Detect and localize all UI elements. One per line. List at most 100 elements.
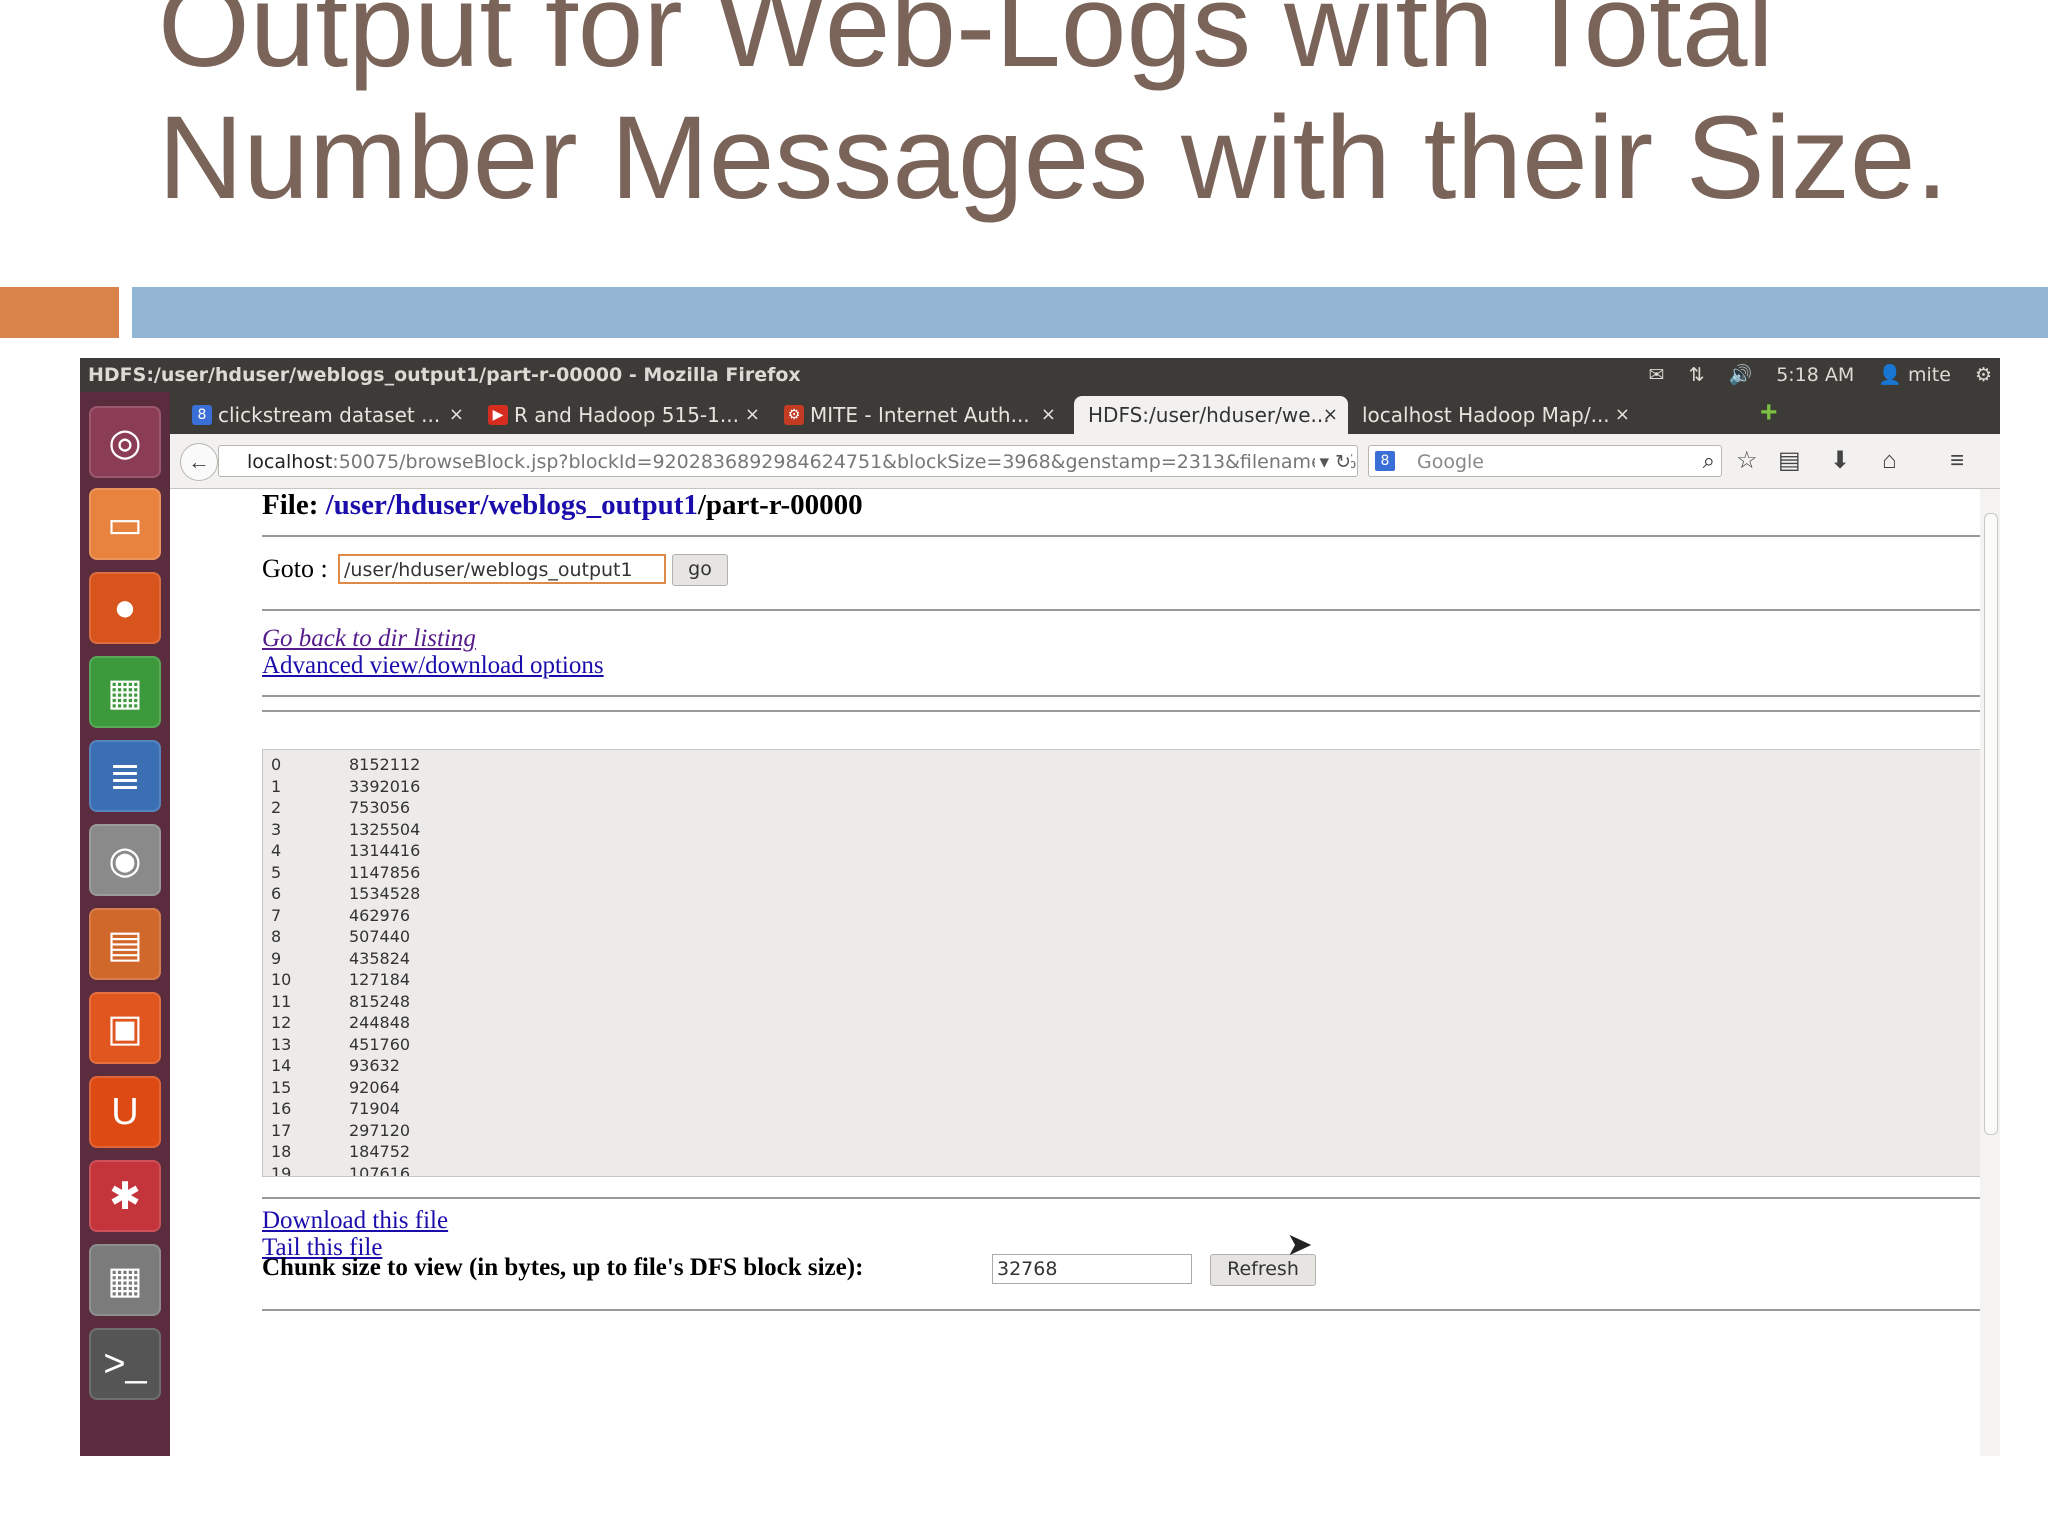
row-value: 462976 <box>349 905 411 925</box>
file-row: 1 3392016 <box>271 776 420 798</box>
file-row: 5 1147856 <box>271 862 420 884</box>
page-content: File: /user/hduser/weblogs_output1/part-… <box>170 489 2000 1456</box>
page-scrollbar[interactable] <box>1980 489 2000 1456</box>
row-key: 13 <box>271 1034 292 1054</box>
row-value: 107616 <box>349 1163 411 1177</box>
reload-icon[interactable]: ↻ <box>1335 451 1351 473</box>
files-icon[interactable]: ▭ <box>89 488 161 560</box>
row-key: 5 <box>271 862 282 882</box>
tab-hdfs[interactable]: HDFS:/user/hduser/we... × <box>1074 396 1348 434</box>
tab-mite[interactable]: ⚙ MITE - Internet Auth... × <box>776 396 1066 434</box>
page-scroll-thumb[interactable] <box>1984 513 1998 1135</box>
tab-clickstream[interactable]: 8 clickstream dataset ... × <box>184 396 474 434</box>
network-icon[interactable]: ⇅ <box>1689 358 1705 392</box>
gear-icon: ⚙ <box>784 405 804 425</box>
mail-icon[interactable]: ✉ <box>1649 358 1665 392</box>
close-tab-icon[interactable]: × <box>1615 396 1630 434</box>
row-value: 1534528 <box>349 884 421 903</box>
volume-icon[interactable]: 🔊 <box>1729 358 1753 392</box>
file-content-textarea[interactable]: 0 8152112 1 3392016 2 753056 3 1325504 4 1314416 5… <box>262 749 2000 1177</box>
goto-label: Goto : <box>262 554 328 583</box>
writer-icon[interactable]: ≣ <box>89 740 161 812</box>
dropdown-icon[interactable]: ▾ <box>1319 451 1329 473</box>
bookmarks-list-icon[interactable]: ▤ <box>1778 446 1801 476</box>
tab-label: HDFS:/user/hduser/we... <box>1088 403 1330 427</box>
back-arrow-icon[interactable]: ← <box>180 443 218 481</box>
tab-label: clickstream dataset ... <box>218 403 441 427</box>
slide-title-line-2: Number Messages with their Size. <box>158 92 1949 224</box>
close-tab-icon[interactable]: × <box>449 396 464 434</box>
software-center-icon[interactable]: ▣ <box>89 992 161 1064</box>
google-search-icon[interactable]: 8 <box>1375 451 1395 471</box>
url-host: localhost <box>247 451 333 473</box>
chunk-size-label: Chunk size to view (in bytes, up to file… <box>262 1254 864 1281</box>
mouse-cursor-icon: ➤ <box>1286 1226 1313 1262</box>
chunk-size-input[interactable]: 32768 <box>992 1254 1192 1284</box>
row-value: 3392016 <box>349 776 421 796</box>
settings-icon[interactable]: ⚙ <box>1975 358 1992 392</box>
file-row: 13 451760 <box>271 1034 410 1056</box>
home-icon[interactable]: ⌂ <box>1882 446 1897 476</box>
presentation-icon[interactable]: ▤ <box>89 908 161 980</box>
download-icon[interactable]: ⬇ <box>1830 446 1850 476</box>
new-tab-icon[interactable]: + <box>1760 398 1778 428</box>
firefox-icon[interactable]: ● <box>89 572 161 644</box>
row-key: 19 <box>271 1163 292 1177</box>
search-bar[interactable]: 8 Google ⌕ <box>1368 445 1722 477</box>
download-file-link[interactable]: Download this file <box>262 1207 448 1235</box>
row-value: 1314416 <box>349 841 421 860</box>
unity-launcher: ◎ ▭ ● ▦ ≣ ◉ ▤ ▣ U ✱ ▦ >_ <box>80 392 170 1456</box>
back-to-dir-link[interactable]: Go back to dir listing <box>262 625 476 653</box>
row-key: 9 <box>271 948 282 968</box>
advanced-options-link[interactable]: Advanced view/download options <box>262 652 604 680</box>
row-value: 1325504 <box>349 819 421 839</box>
row-key: 1 <box>271 776 282 796</box>
row-value: 8152112 <box>349 755 421 774</box>
go-button[interactable]: go <box>672 554 728 586</box>
system-settings-icon[interactable]: ✱ <box>89 1160 161 1232</box>
search-icon[interactable]: ⌕ <box>1703 446 1715 478</box>
window-title: HDFS:/user/hduser/weblogs_output1/part-r… <box>88 364 801 386</box>
calculator-icon[interactable]: ▦ <box>89 1244 161 1316</box>
file-row: 7 462976 <box>271 905 410 927</box>
row-key: 18 <box>271 1142 292 1161</box>
path-link-weblogs-output1[interactable]: /weblogs_output1 <box>480 489 698 521</box>
menu-icon[interactable]: ≡ <box>1950 446 1964 476</box>
tab-bar: 8 clickstream dataset ... × ▶ R and Hado… <box>170 392 2000 434</box>
path-link-user[interactable]: /user <box>326 489 387 521</box>
file-row: 16 71904 <box>271 1098 400 1120</box>
window-titlebar: HDFS:/user/hduser/weblogs_output1/part-r… <box>80 358 2000 392</box>
file-row: 4 1314416 <box>271 840 420 862</box>
url-path: :50075/browseBlock.jsp?blockId=920283689… <box>332 451 1358 473</box>
tab-label: R and Hadoop 515-1... <box>514 403 739 427</box>
path-link-hduser[interactable]: /hduser <box>387 489 480 521</box>
terminal-icon[interactable]: >_ <box>89 1328 161 1400</box>
bookmark-star-icon[interactable]: ☆ <box>1736 446 1758 476</box>
clock[interactable]: 5:18 AM <box>1776 358 1854 392</box>
close-tab-icon[interactable]: × <box>1041 396 1056 434</box>
user-menu[interactable]: 👤 mite <box>1878 358 1951 392</box>
close-tab-icon[interactable]: × <box>1323 396 1338 434</box>
accent-bar-blue <box>132 287 2048 338</box>
file-row: 12 244848 <box>271 1012 410 1034</box>
file-heading: File: /user/hduser/weblogs_output1/part-… <box>262 483 863 527</box>
row-key: 15 <box>271 1077 292 1097</box>
row-value: 753056 <box>349 798 411 817</box>
url-bar[interactable]: localhost:50075/browseBlock.jsp?blockId=… <box>218 445 1358 477</box>
ubuntu-dash-icon[interactable]: ◎ <box>89 406 161 478</box>
camera-icon[interactable]: ◉ <box>89 824 161 896</box>
goto-input[interactable]: /user/hduser/weblogs_output1 <box>338 554 666 584</box>
close-tab-icon[interactable]: × <box>745 396 760 434</box>
spreadsheet-icon[interactable]: ▦ <box>89 656 161 728</box>
divider <box>262 1309 2000 1311</box>
tab-label: localhost Hadoop Map/... <box>1362 403 1610 427</box>
tab-hadoop-map[interactable]: localhost Hadoop Map/... × <box>1350 396 1640 434</box>
row-key: 7 <box>271 905 282 925</box>
row-key: 4 <box>271 841 282 860</box>
ubuntu-one-icon[interactable]: U <box>89 1076 161 1148</box>
tab-label: MITE - Internet Auth... <box>810 403 1030 427</box>
file-name: /part-r-00000 <box>697 489 863 521</box>
file-row: 9 435824 <box>271 948 410 970</box>
user-icon: 👤 <box>1878 364 1902 386</box>
tab-r-and-hadoop[interactable]: ▶ R and Hadoop 515-1... × <box>480 396 770 434</box>
